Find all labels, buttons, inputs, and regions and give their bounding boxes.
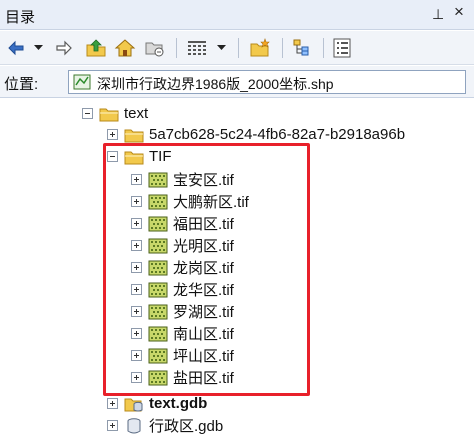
expand-icon[interactable]	[131, 262, 142, 273]
expand-icon[interactable]	[107, 129, 118, 140]
location-field[interactable]: 深圳市行政边界1986版_2000坐标.shp	[68, 70, 466, 94]
tree-item-label: text.gdb	[149, 395, 208, 412]
tree-item-raster[interactable]: 龙岗区.tif	[131, 257, 234, 278]
tree-icon[interactable]	[290, 37, 314, 59]
tree-item-label: 宝安区.tif	[173, 172, 234, 189]
tree-item-raster[interactable]: 宝安区.tif	[131, 169, 234, 190]
raster-dataset-icon	[148, 171, 168, 189]
toolbar	[0, 31, 474, 65]
catalog-tree: text 5a7cb628-5c24-4fb6-82a7-b2918a96b T…	[0, 99, 474, 441]
tree-item-raster[interactable]: 福田区.tif	[131, 213, 234, 234]
new-item-icon[interactable]	[247, 37, 273, 59]
expand-icon[interactable]	[107, 420, 118, 431]
location-value: 深圳市行政边界1986版_2000坐标.shp	[97, 76, 334, 92]
tree-item-raster[interactable]: 罗湖区.tif	[131, 301, 234, 322]
expand-icon[interactable]	[131, 350, 142, 361]
expand-icon[interactable]	[131, 174, 142, 185]
expand-icon[interactable]	[131, 218, 142, 229]
tree-item-label: 龙岗区.tif	[173, 260, 234, 277]
tree-item-label: 光明区.tif	[173, 238, 234, 255]
raster-dataset-icon	[148, 281, 168, 299]
tree-item-raster[interactable]: 光明区.tif	[131, 235, 234, 256]
view-grid-icon[interactable]	[185, 37, 209, 59]
window-titlebar: 目录 ⊥ ×	[0, 0, 474, 30]
folder-icon	[99, 105, 119, 123]
tree-item-label: 坪山区.tif	[173, 348, 234, 365]
tree-item-raster[interactable]: 坪山区.tif	[131, 345, 234, 366]
geodatabase-icon	[124, 417, 144, 435]
geodatabase-icon	[124, 395, 144, 413]
location-bar: 位置: 深圳市行政边界1986版_2000坐标.shp	[0, 66, 474, 98]
view-dropdown-icon[interactable]	[214, 37, 228, 59]
folder-icon	[124, 126, 144, 144]
tree-item-gdb[interactable]: 行政区.gdb	[107, 415, 223, 436]
options-icon[interactable]	[331, 37, 353, 59]
home-icon[interactable]	[113, 37, 137, 59]
tree-item-label: 南山区.tif	[173, 326, 234, 343]
toolbar-separator	[176, 38, 177, 58]
expand-icon[interactable]	[131, 284, 142, 295]
raster-dataset-icon	[148, 369, 168, 387]
tree-item-label: 罗湖区.tif	[173, 304, 234, 321]
connect-folder-icon[interactable]	[143, 37, 167, 59]
forward-arrow-icon[interactable]	[53, 37, 75, 59]
expand-icon[interactable]	[107, 398, 118, 409]
close-icon[interactable]: ×	[454, 3, 464, 21]
expand-icon[interactable]	[131, 196, 142, 207]
toolbar-separator	[282, 38, 283, 58]
raster-dataset-icon	[148, 347, 168, 365]
tree-item-raster[interactable]: 大鹏新区.tif	[131, 191, 249, 212]
tree-item-raster[interactable]: 龙华区.tif	[131, 279, 234, 300]
collapse-icon[interactable]	[107, 151, 118, 162]
tree-item-guid-folder[interactable]: 5a7cb628-5c24-4fb6-82a7-b2918a96b	[107, 124, 405, 145]
raster-dataset-icon	[148, 193, 168, 211]
tree-item-raster[interactable]: 南山区.tif	[131, 323, 234, 344]
back-dropdown-icon[interactable]	[31, 37, 45, 59]
tree-item-label: 行政区.gdb	[149, 418, 224, 435]
back-arrow-icon[interactable]	[5, 37, 27, 59]
tree-item-label: text	[124, 105, 149, 122]
up-folder-icon[interactable]	[84, 37, 108, 59]
expand-icon[interactable]	[131, 240, 142, 251]
tree-item-raster[interactable]: 盐田区.tif	[131, 367, 234, 388]
tree-item-label: 盐田区.tif	[173, 370, 234, 387]
shapefile-icon	[73, 74, 91, 95]
tree-item-tif-folder[interactable]: TIF	[107, 146, 172, 167]
toolbar-separator	[238, 38, 239, 58]
raster-dataset-icon	[148, 325, 168, 343]
raster-dataset-icon	[148, 303, 168, 321]
raster-dataset-icon	[148, 215, 168, 233]
raster-dataset-icon	[148, 259, 168, 277]
tree-item-label: TIF	[149, 148, 172, 165]
tree-item-label: 福田区.tif	[173, 216, 234, 233]
tree-item-label: 龙华区.tif	[173, 282, 234, 299]
expand-icon[interactable]	[131, 328, 142, 339]
expand-icon[interactable]	[131, 306, 142, 317]
location-label: 位置:	[4, 76, 39, 93]
toolbar-separator	[323, 38, 324, 58]
tree-item-label: 大鹏新区.tif	[173, 194, 249, 211]
window-title: 目录	[5, 9, 36, 26]
raster-dataset-icon	[148, 237, 168, 255]
collapse-icon[interactable]	[82, 108, 93, 119]
folder-icon	[124, 148, 144, 166]
tree-item-label: 5a7cb628-5c24-4fb6-82a7-b2918a96b	[149, 126, 406, 143]
tree-item-gdb[interactable]: text.gdb	[107, 393, 207, 414]
pin-icon[interactable]: ⊥	[432, 5, 444, 23]
expand-icon[interactable]	[131, 372, 142, 383]
tree-item-text-folder[interactable]: text	[82, 103, 148, 124]
